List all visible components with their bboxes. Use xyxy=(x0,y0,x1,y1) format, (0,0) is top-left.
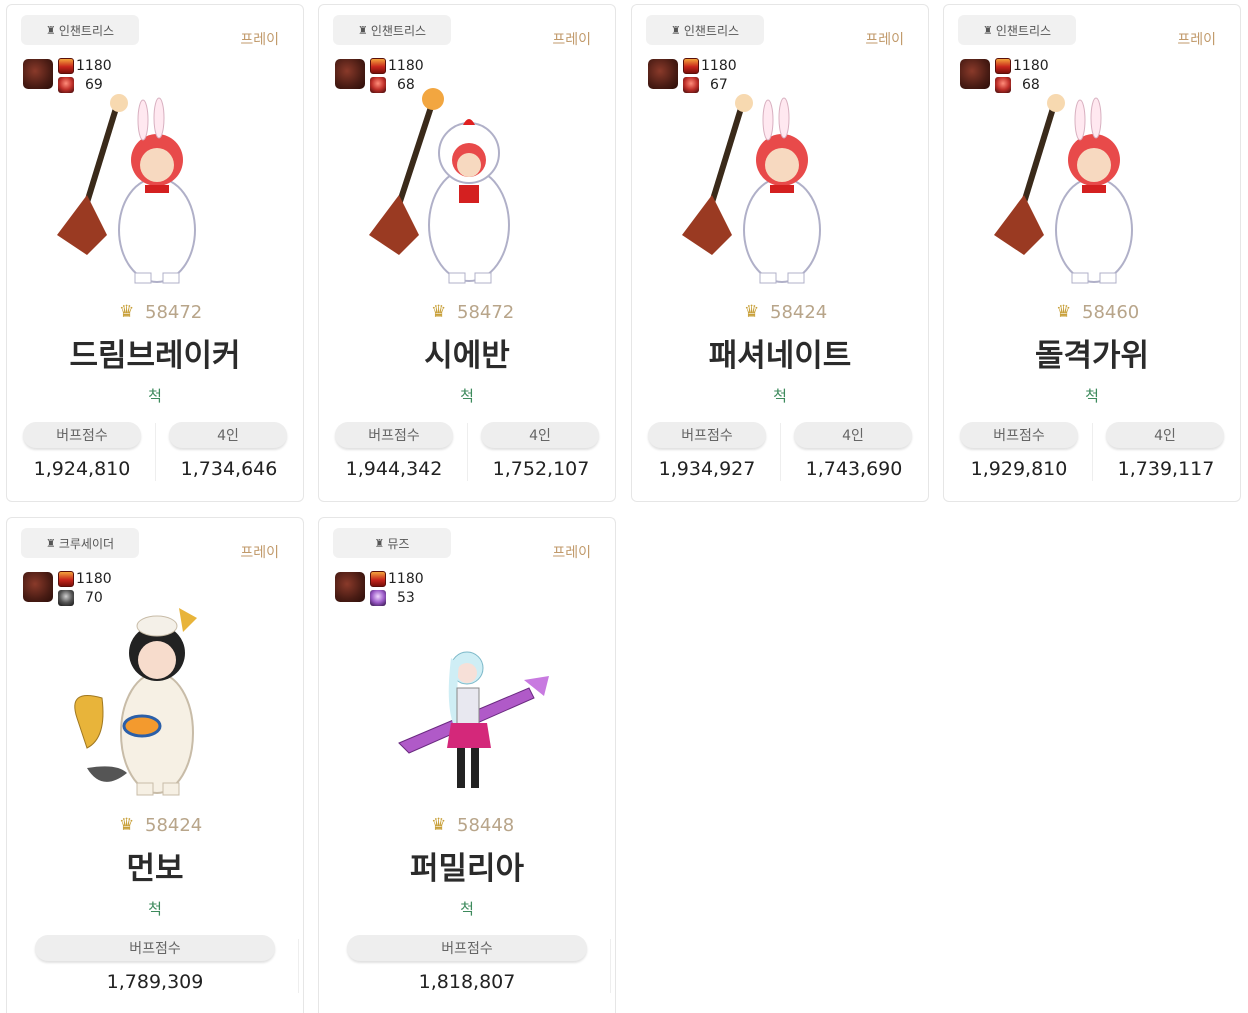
buff-score-value: 1,789,309 xyxy=(106,971,204,993)
rank-crest-icon: ♛ xyxy=(119,302,135,322)
character-image xyxy=(398,651,549,788)
character-card[interactable]: ♜ 인챈트리스 프레이 1180 69 ♛ 58472 드림브레이커 척 버프점… xyxy=(6,4,304,502)
rank-crest-icon: ♛ xyxy=(119,815,135,835)
gear-level-icon xyxy=(995,58,1011,74)
party-score-label: 4인 xyxy=(481,422,599,448)
medal-icon: ♜ xyxy=(374,536,385,550)
buff-score-label: 버프점수 xyxy=(960,422,1078,448)
buff-score-label: 버프점수 xyxy=(648,422,766,448)
character-name[interactable]: 퍼밀리아 xyxy=(319,843,615,888)
party-score-label: 4인 xyxy=(1106,422,1224,448)
gear-level-icon xyxy=(683,58,699,74)
rank-crest-icon: ♛ xyxy=(431,302,447,322)
buff-score-label: 버프점수 xyxy=(23,422,141,448)
character-image xyxy=(57,94,196,284)
class-badge: ♜ 인챈트리스 xyxy=(21,15,139,45)
server-name: 척 xyxy=(460,387,474,405)
gear-level-icon xyxy=(58,571,74,587)
buff-score-value: 1,934,927 xyxy=(658,458,756,480)
buff-score-label: 버프점수 xyxy=(35,935,275,961)
gear-level-icon xyxy=(370,58,386,74)
character-name[interactable]: 먼보 xyxy=(7,843,303,888)
character-name[interactable]: 시에반 xyxy=(319,330,615,375)
rank-crest-icon: ♛ xyxy=(1056,302,1072,322)
class-name: 인챈트리스 xyxy=(58,23,115,38)
rank-crest-icon: ♛ xyxy=(744,302,760,322)
class-badge: ♜ 뮤즈 xyxy=(333,528,451,558)
medal-icon: ♜ xyxy=(45,536,56,550)
party-score-label: 4인 xyxy=(169,422,287,448)
stat-divider xyxy=(610,939,611,993)
medal-icon: ♜ xyxy=(982,23,993,37)
party-score-value: 1,743,690 xyxy=(805,458,903,480)
server-name: 척 xyxy=(148,387,162,405)
medal-icon: ♜ xyxy=(357,23,368,37)
rank-score: 58424 xyxy=(145,815,203,836)
character-card[interactable]: ♜ 인챈트리스 프레이 1180 68 ♛ 58472 시에반 척 버프점수 1… xyxy=(318,4,616,502)
rank-score: 58448 xyxy=(457,815,515,836)
party-score-value: 1,734,646 xyxy=(180,458,278,480)
play-label[interactable]: 프레이 xyxy=(1177,29,1216,49)
server-name: 척 xyxy=(773,387,787,405)
class-name: 인챈트리스 xyxy=(370,23,427,38)
buff-score-value: 1,924,810 xyxy=(33,458,131,480)
character-card[interactable]: ♜ 크루세이더 프레이 1180 70 ♛ 58424 먼보 척 버프점수 1,… xyxy=(6,517,304,1013)
rank-score: 58472 xyxy=(145,302,203,323)
medal-icon: ♜ xyxy=(45,23,56,37)
character-card[interactable]: ♜ 뮤즈 프레이 1180 53 ♛ 58448 퍼밀리아 척 버프점수 1,8… xyxy=(318,517,616,1013)
gear-level-icon xyxy=(58,58,74,74)
party-score-label: 4인 xyxy=(794,422,912,448)
class-name: 크루세이더 xyxy=(58,536,115,551)
class-badge: ♜ 인챈트리스 xyxy=(333,15,451,45)
stat-divider xyxy=(298,939,299,993)
play-label[interactable]: 프레이 xyxy=(865,29,904,49)
class-name: 뮤즈 xyxy=(387,536,410,551)
medal-icon: ♜ xyxy=(670,23,681,37)
character-name[interactable]: 드림브레이커 xyxy=(7,330,303,375)
gear-level: 1180 xyxy=(1013,58,1049,74)
class-name: 인챈트리스 xyxy=(683,23,740,38)
class-badge: ♜ 크루세이더 xyxy=(21,528,139,558)
gear-level: 1180 xyxy=(76,571,112,587)
play-label[interactable]: 프레이 xyxy=(552,542,591,562)
server-name: 척 xyxy=(148,900,162,918)
character-image xyxy=(74,608,197,796)
class-badge: ♜ 인챈트리스 xyxy=(646,15,764,45)
buff-score-value: 1,929,810 xyxy=(970,458,1068,480)
party-score-value: 1,752,107 xyxy=(492,458,590,480)
party-score-value: 1,739,117 xyxy=(1117,458,1215,480)
buff-score-label: 버프점수 xyxy=(347,935,587,961)
server-name: 척 xyxy=(460,900,474,918)
class-badge: ♜ 인챈트리스 xyxy=(958,15,1076,45)
play-label[interactable]: 프레이 xyxy=(552,29,591,49)
server-name: 척 xyxy=(1085,387,1099,405)
buff-score-label: 버프점수 xyxy=(335,422,453,448)
character-image xyxy=(994,94,1133,284)
character-image xyxy=(369,88,510,284)
rank-score: 58460 xyxy=(1082,302,1140,323)
gear-level-icon xyxy=(370,571,386,587)
gear-level: 1180 xyxy=(388,571,424,587)
gear-level: 1180 xyxy=(388,58,424,74)
buff-score-value: 1,944,342 xyxy=(345,458,443,480)
gear-level: 1180 xyxy=(701,58,737,74)
gear-level: 1180 xyxy=(76,58,112,74)
rank-score: 58424 xyxy=(770,302,828,323)
rank-score: 58472 xyxy=(457,302,515,323)
character-image xyxy=(682,94,821,284)
character-card[interactable]: ♜ 인챈트리스 프레이 1180 68 ♛ 58460 돌격가위 척 버프점수 … xyxy=(943,4,1241,502)
class-name: 인챈트리스 xyxy=(995,23,1052,38)
play-label[interactable]: 프레이 xyxy=(240,29,279,49)
rank-crest-icon: ♛ xyxy=(431,815,447,835)
character-name[interactable]: 돌격가위 xyxy=(944,330,1240,375)
character-name[interactable]: 패셔네이트 xyxy=(632,330,928,375)
play-label[interactable]: 프레이 xyxy=(240,542,279,562)
buff-score-value: 1,818,807 xyxy=(418,971,516,993)
character-card[interactable]: ♜ 인챈트리스 프레이 1180 67 ♛ 58424 패셔네이트 척 버프점수… xyxy=(631,4,929,502)
